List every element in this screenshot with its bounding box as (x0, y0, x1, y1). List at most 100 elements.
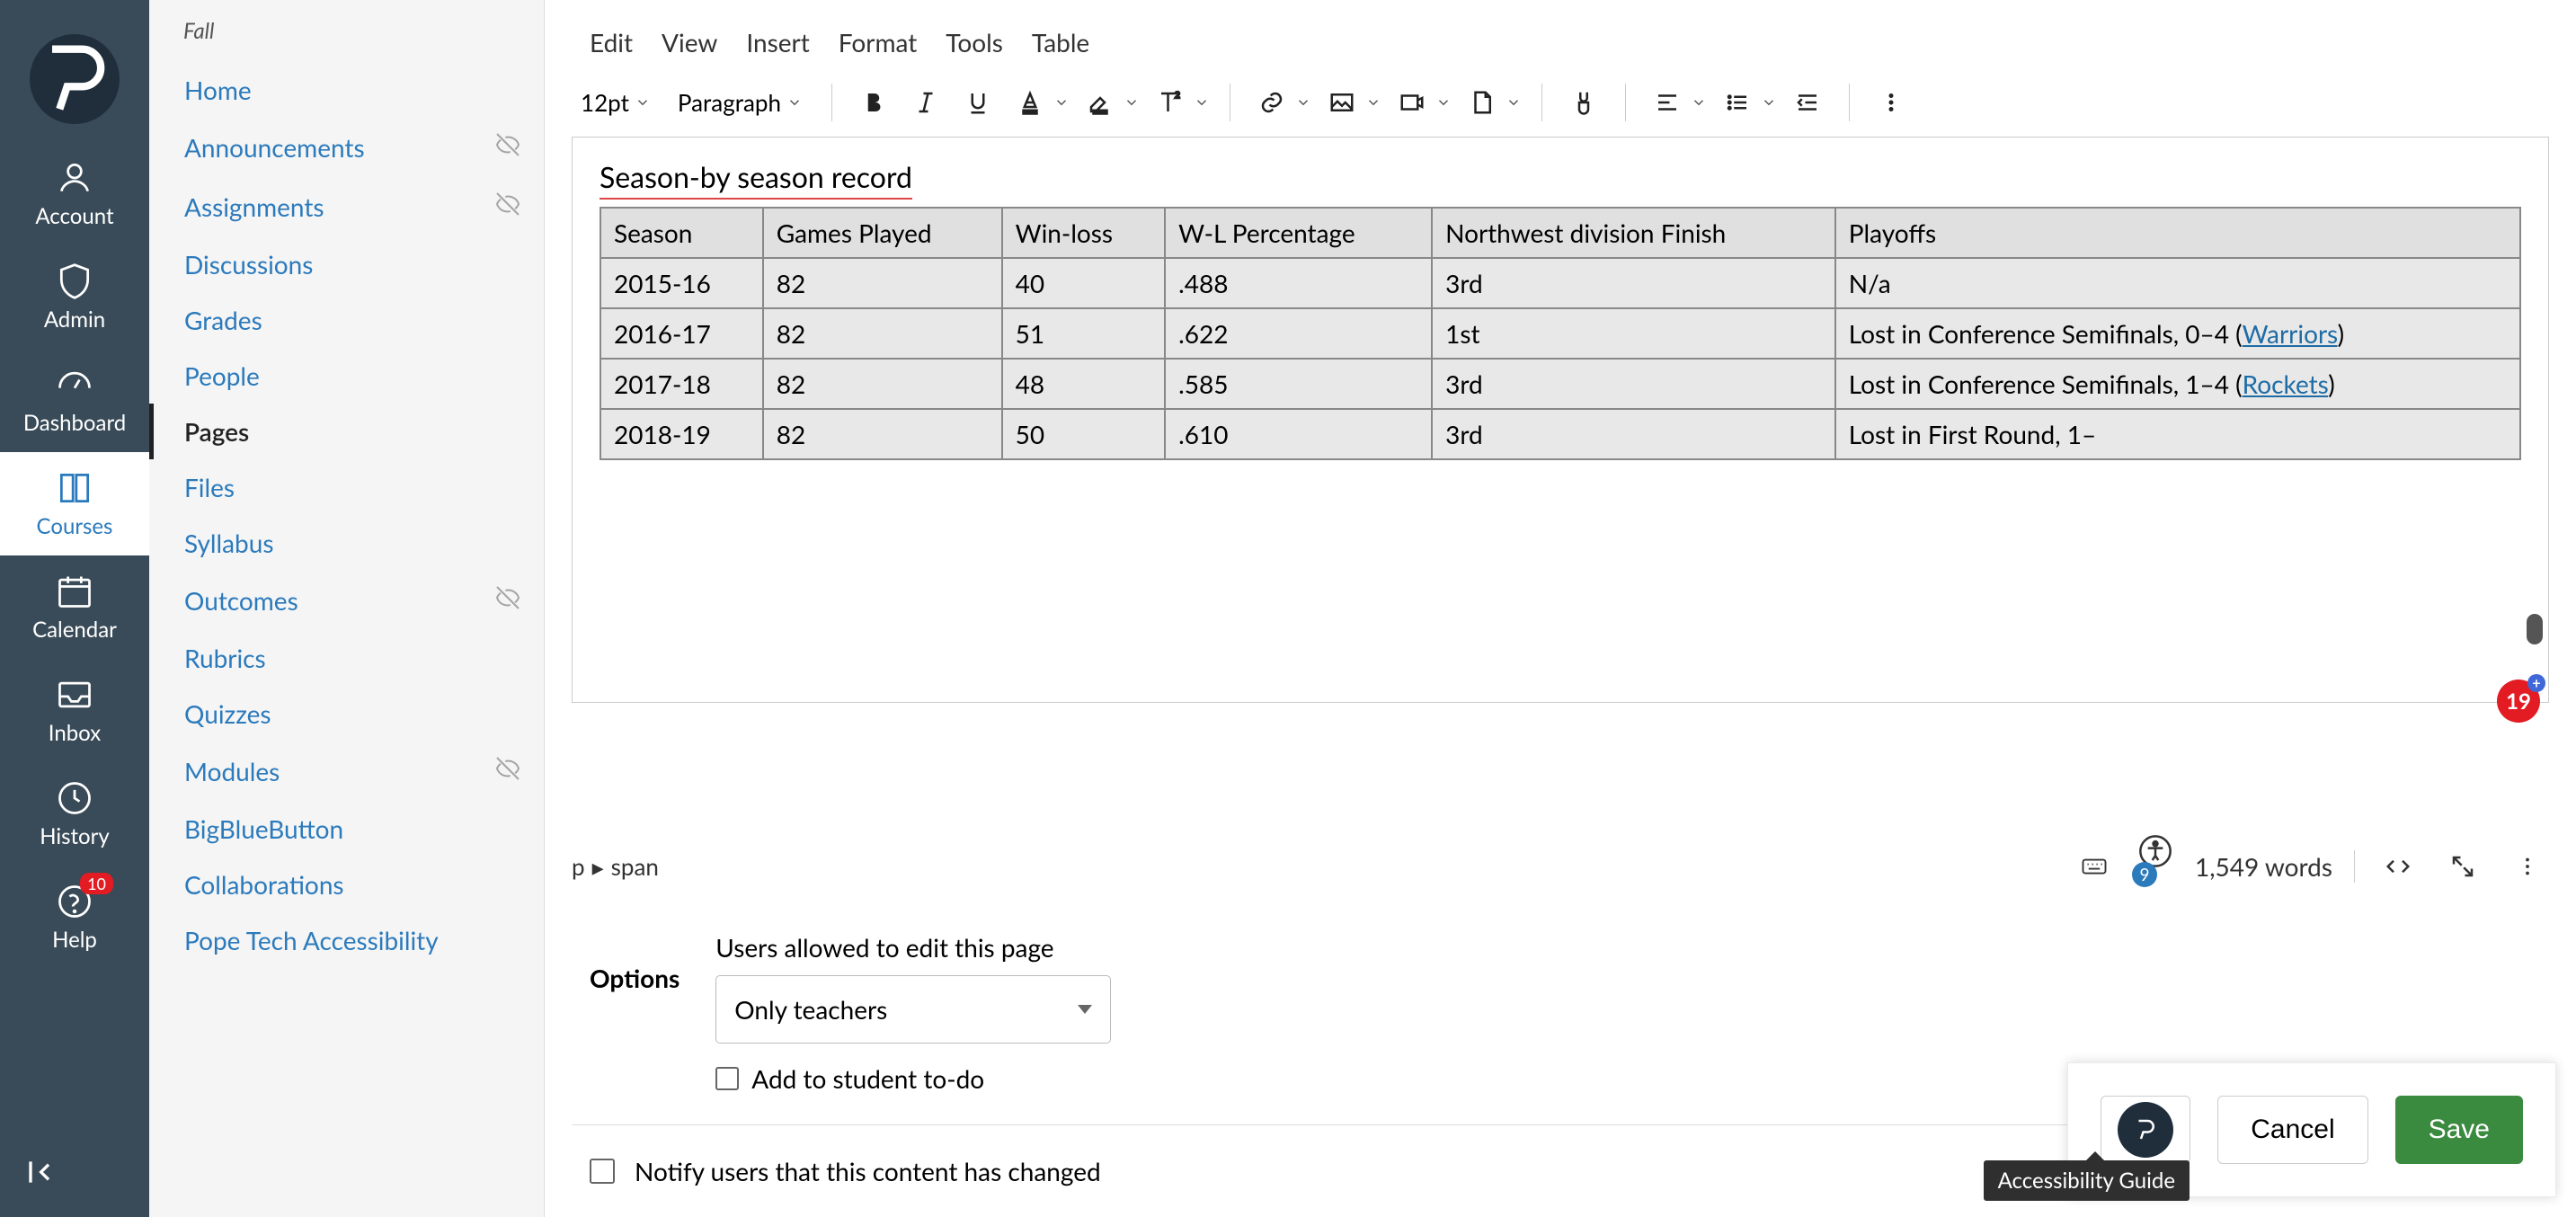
table-row[interactable]: 2015-168240.4883rdN/a (600, 258, 2520, 308)
institution-logo[interactable] (30, 34, 120, 124)
todo-label: Add to student to-do (751, 1063, 984, 1094)
cn-pages[interactable]: Pages (149, 404, 544, 459)
th-division-finish: Northwest division Finish (1432, 208, 1835, 258)
floating-notification-badge[interactable]: 19 + (2497, 680, 2540, 723)
course-nav: Fall Home Announcements Assignments Disc… (149, 0, 545, 1217)
list-button[interactable] (1716, 81, 1777, 124)
italic-button[interactable] (904, 81, 947, 124)
more-toolbar-button[interactable] (1870, 81, 1913, 124)
menu-format[interactable]: Format (839, 27, 918, 58)
editor-scrollbar-thumb[interactable] (2527, 614, 2543, 644)
cn-discussions[interactable]: Discussions (149, 236, 544, 292)
cn-announcements[interactable]: Announcements (149, 118, 544, 177)
nav-collapse-toggle[interactable] (0, 1133, 149, 1217)
cn-modules[interactable]: Modules (149, 742, 544, 801)
cn-files[interactable]: Files (149, 459, 544, 515)
th-wl-pct: W-L Percentage (1165, 208, 1432, 258)
playoff-opponent-link[interactable]: Rockets (2243, 369, 2329, 399)
cn-assignments[interactable]: Assignments (149, 177, 544, 236)
breadcrumb-p[interactable]: p (572, 852, 585, 881)
text-color-button[interactable] (1008, 81, 1070, 124)
image-button[interactable] (1320, 81, 1381, 124)
toolbar-separator (1849, 84, 1850, 121)
th-playoffs: Playoffs (1835, 208, 2520, 258)
document-button[interactable] (1461, 81, 1522, 124)
accessibility-issue-count: 9 (2132, 862, 2157, 887)
todo-checkbox[interactable] (715, 1067, 739, 1090)
main-content: Edit View Insert Format Tools Table 12pt… (545, 0, 2576, 1217)
nav-inbox[interactable]: Inbox (0, 659, 149, 762)
save-button[interactable]: Save (2395, 1096, 2523, 1164)
cancel-button[interactable]: Cancel (2217, 1096, 2367, 1164)
cn-quizzes[interactable]: Quizzes (149, 686, 544, 742)
course-term-label: Fall (183, 18, 544, 44)
nav-account[interactable]: Account (0, 142, 149, 245)
cn-collaborations[interactable]: Collaborations (149, 857, 544, 912)
cn-grades[interactable]: Grades (149, 292, 544, 348)
options-label: Options (590, 963, 680, 993)
hidden-icon (493, 130, 522, 164)
keyboard-shortcuts-icon[interactable] (2073, 845, 2116, 888)
nav-calendar-label: Calendar (32, 617, 117, 643)
cn-popetech[interactable]: Pope Tech Accessibility (149, 912, 544, 968)
nav-help-label: Help (52, 927, 97, 953)
cn-bigbluebutton[interactable]: BigBlueButton (149, 801, 544, 857)
edit-permission-select[interactable]: Only teachers (715, 975, 1111, 1044)
block-format-dropdown[interactable]: Paragraph (669, 81, 812, 124)
notify-checkbox[interactable] (590, 1159, 615, 1184)
hidden-icon (493, 583, 522, 617)
media-button[interactable] (1390, 81, 1452, 124)
html-editor-toggle[interactable] (2376, 845, 2420, 888)
cn-rubrics[interactable]: Rubrics (149, 630, 544, 686)
global-nav: Account Admin Dashboard Courses Calendar… (0, 0, 149, 1217)
cn-people[interactable]: People (149, 348, 544, 404)
menu-edit[interactable]: Edit (590, 27, 633, 58)
nav-admin[interactable]: Admin (0, 245, 149, 349)
bold-button[interactable] (852, 81, 895, 124)
nav-calendar[interactable]: Calendar (0, 555, 149, 659)
outdent-button[interactable] (1786, 81, 1829, 124)
breadcrumb-span[interactable]: span (611, 852, 659, 881)
nav-courses[interactable]: Courses (0, 452, 149, 555)
nav-admin-label: Admin (44, 306, 105, 333)
superscript-button[interactable]: 2 (1149, 81, 1210, 124)
edit-permission-label: Users allowed to edit this page (715, 932, 1111, 963)
accessibility-checker-button[interactable]: 9 (2137, 833, 2173, 900)
editor-menubar: Edit View Insert Format Tools Table (545, 0, 2576, 74)
playoff-opponent-link[interactable]: Warriors (2243, 318, 2338, 349)
cn-home[interactable]: Home (149, 62, 544, 118)
rich-text-editor[interactable]: Season-by season record Season Games Pla… (572, 137, 2549, 703)
plus-icon: + (2527, 674, 2545, 692)
breadcrumb-caret-icon: ▸ (592, 852, 604, 882)
menu-table[interactable]: Table (1032, 27, 1089, 58)
accessibility-guide-tooltip: Accessibility Guide (1984, 1160, 2190, 1201)
nav-dashboard[interactable]: Dashboard (0, 349, 149, 452)
toolbar-separator (831, 84, 832, 121)
cn-syllabus[interactable]: Syllabus (149, 515, 544, 571)
menu-tools[interactable]: Tools (946, 27, 1003, 58)
apps-button[interactable] (1562, 81, 1605, 124)
table-row[interactable]: 2018-198250.6103rdLost in First Round, 1… (600, 409, 2520, 459)
editor-toolbar: 12pt Paragraph 2 (545, 74, 2576, 137)
table-row[interactable]: 2017-188248.5853rdLost in Conference Sem… (600, 359, 2520, 409)
fullscreen-button[interactable] (2441, 845, 2484, 888)
toolbar-separator (1541, 84, 1542, 121)
table-row[interactable]: 2016-178251.6221stLost in Conference Sem… (600, 308, 2520, 359)
align-button[interactable] (1646, 81, 1707, 124)
underline-button[interactable] (956, 81, 999, 124)
link-button[interactable] (1250, 81, 1311, 124)
nav-help[interactable]: 10 Help (0, 866, 149, 969)
season-record-table[interactable]: Season Games Played Win-loss W-L Percent… (600, 207, 2521, 460)
accessibility-guide-button[interactable] (2101, 1096, 2190, 1164)
font-size-dropdown[interactable]: 12pt (572, 81, 660, 124)
th-win-loss: Win-loss (1002, 208, 1165, 258)
accessibility-guide-icon (2118, 1102, 2173, 1158)
word-count[interactable]: 1,549 words (2195, 851, 2332, 882)
cn-outcomes[interactable]: Outcomes (149, 571, 544, 630)
resize-handle-icon[interactable] (2506, 845, 2549, 888)
highlight-color-button[interactable] (1079, 81, 1140, 124)
menu-insert[interactable]: Insert (746, 27, 809, 58)
menu-view[interactable]: View (662, 27, 717, 58)
nav-history[interactable]: History (0, 762, 149, 866)
svg-text:2: 2 (1175, 90, 1180, 101)
